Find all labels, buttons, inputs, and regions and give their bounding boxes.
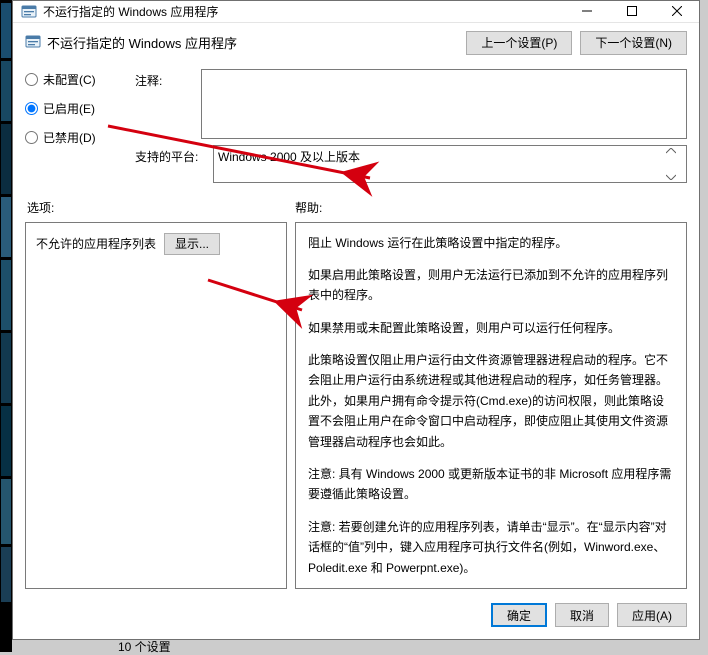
window-title: 不运行指定的 Windows 应用程序 [43, 3, 564, 20]
help-pane: 阻止 Windows 运行在此策略设置中指定的程序。 如果启用此策略设置，则用户… [295, 222, 687, 589]
policy-title: 不运行指定的 Windows 应用程序 [47, 31, 466, 52]
platform-textbox: Windows 2000 及以上版本 [213, 145, 687, 183]
minimize-button[interactable] [564, 1, 609, 22]
disallow-list-label: 不允许的应用程序列表 [36, 235, 156, 252]
radio-not-configured[interactable]: 未配置(C) [25, 71, 135, 88]
radio-disabled[interactable]: 已禁用(D) [25, 129, 135, 146]
app-icon [21, 3, 37, 19]
cancel-button[interactable]: 取消 [555, 603, 609, 627]
help-text: 此策略设置仅阻止用户运行由文件资源管理器进程启动的程序。它不会阻止用户运行由系统… [308, 350, 674, 452]
help-text: 阻止 Windows 运行在此策略设置中指定的程序。 [308, 233, 674, 253]
show-button[interactable]: 显示... [164, 233, 220, 255]
comment-label: 注释: [135, 69, 195, 89]
radio-label: 已启用(E) [43, 100, 95, 117]
close-button[interactable] [654, 1, 699, 22]
radio-enabled[interactable]: 已启用(E) [25, 100, 135, 117]
options-label: 选项: [25, 199, 295, 216]
comment-textbox[interactable] [201, 69, 687, 139]
next-setting-button[interactable]: 下一个设置(N) [580, 31, 687, 55]
policy-icon [25, 33, 41, 49]
options-pane: 不允许的应用程序列表 显示... [25, 222, 287, 589]
radio-label: 未配置(C) [43, 71, 96, 88]
platform-label: 支持的平台: [135, 145, 207, 165]
title-bar: 不运行指定的 Windows 应用程序 [13, 1, 699, 23]
help-label: 帮助: [295, 199, 687, 216]
ok-button[interactable]: 确定 [491, 603, 547, 627]
radio-label: 已禁用(D) [43, 129, 96, 146]
scrollbar-icon[interactable] [666, 148, 682, 180]
maximize-button[interactable] [609, 1, 654, 22]
bg-statusbar-text: 10 个设置 [118, 638, 171, 655]
previous-setting-button[interactable]: 上一个设置(P) [466, 31, 572, 55]
apply-button[interactable]: 应用(A) [617, 603, 687, 627]
dialog-window: 不运行指定的 Windows 应用程序 不运行指定的 [12, 0, 700, 640]
help-text: 如果启用此策略设置，则用户无法运行已添加到不允许的应用程序列表中的程序。 [308, 265, 674, 306]
help-text: 注意: 若要创建允许的应用程序列表，请单击“显示”。在“显示内容”对话框的“值”… [308, 517, 674, 578]
help-text: 注意: 具有 Windows 2000 或更新版本证书的非 Microsoft … [308, 464, 674, 505]
help-text: 如果禁用或未配置此策略设置，则用户可以运行任何程序。 [308, 318, 674, 338]
platform-value: Windows 2000 及以上版本 [218, 148, 360, 180]
